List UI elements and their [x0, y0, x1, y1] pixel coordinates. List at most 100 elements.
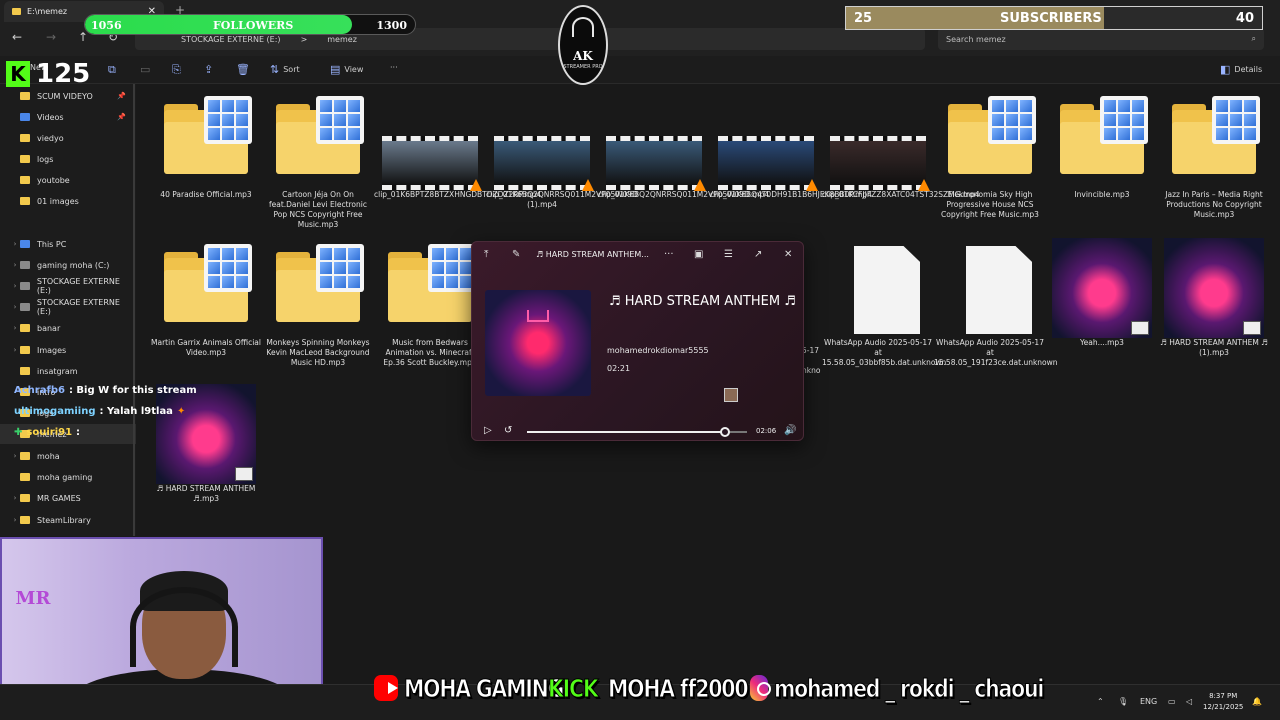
forward-button[interactable]: →: [46, 30, 56, 44]
rename-button[interactable]: ⎘: [172, 63, 181, 77]
sidebar-item[interactable]: logs: [0, 149, 136, 169]
navigation-pane: SCUM VIDEYO 📌 Videos 📌 viedyo logs youtobe 01 i…: [0, 84, 136, 536]
chat-text: : Yalah l9tlaa: [99, 406, 173, 417]
file-item[interactable]: Martin Garrix Animals Official Video.mp3: [150, 238, 262, 358]
player-title-bar: ⤒ ✎ ♬ HARD STREAM ANTHEM... ··· ▣ ☰ ↗ ✕: [472, 242, 803, 268]
sidebar-item-label: moha gaming: [37, 472, 93, 482]
folder-icon: [20, 473, 30, 481]
sidebar-scrollbar[interactable]: [133, 84, 135, 536]
sidebar-item[interactable]: › Images: [0, 340, 136, 360]
file-item[interactable]: Jazz In Paris – Media Right Productions …: [1158, 90, 1270, 220]
sidebar-item[interactable]: › SteamLibrary: [0, 510, 136, 530]
breadcrumb-root[interactable]: STOCKAGE EXTERNE (E:): [181, 35, 281, 44]
subscribers-goal-bar: 25 SUBSCRIBERS 40: [845, 6, 1263, 30]
minimize-player-icon[interactable]: ⤒: [484, 249, 488, 260]
share-button[interactable]: ⇪: [204, 63, 213, 76]
details-button[interactable]: ◧ Details: [1220, 63, 1262, 76]
chevron-right-icon[interactable]: ›: [10, 516, 20, 524]
sidebar-item[interactable]: › This PC: [0, 234, 136, 254]
notification-icon[interactable]: 🔔: [1252, 697, 1262, 706]
sidebar-item[interactable]: viedyo: [0, 128, 136, 148]
sidebar-item[interactable]: › STOCKAGE EXTERNE (E:): [0, 297, 136, 317]
search-input[interactable]: Search memez ⌕: [938, 28, 1264, 50]
back-button[interactable]: ←: [12, 30, 22, 44]
breadcrumb-folder[interactable]: memez: [327, 35, 357, 44]
audio-badge-icon: [1131, 321, 1149, 335]
taskbar-clock[interactable]: 8:37 PM 12/21/2025: [1203, 691, 1243, 713]
sidebar-item[interactable]: SCUM VIDEYO 📌: [0, 86, 136, 106]
chevron-right-icon[interactable]: ›: [10, 303, 20, 311]
sidebar-item-label: STOCKAGE EXTERNE (E:): [36, 277, 120, 295]
more-button[interactable]: ···: [390, 63, 398, 72]
seek-thumb[interactable]: [720, 427, 730, 437]
file-item[interactable]: Cartoon Jéja On On feat.Daniel Levi Elec…: [262, 90, 374, 230]
file-name-partial: nkno: [802, 366, 821, 375]
speaker-icon[interactable]: ◁: [1186, 697, 1192, 706]
chevron-right-icon[interactable]: ›: [10, 324, 20, 332]
chevron-right-icon[interactable]: ›: [10, 346, 20, 354]
view-icon: ▤: [330, 63, 341, 76]
file-item[interactable]: ♬ HARD STREAM ANTHEM ♬ (1).mp3: [1158, 238, 1270, 358]
file-item[interactable]: clip_01KCFJJFZZ8XATC04TST32SZMG.mp4: [822, 90, 980, 200]
chevron-right-icon[interactable]: ›: [10, 494, 20, 502]
copy-button[interactable]: ⧉: [108, 63, 116, 77]
chevron-right-icon[interactable]: ›: [10, 282, 20, 290]
language-indicator[interactable]: ENG: [1140, 697, 1157, 706]
pin-icon: 📌: [117, 113, 126, 121]
sidebar-item[interactable]: moha gaming: [0, 467, 136, 487]
sidebar-item[interactable]: › gaming moha (C:): [0, 255, 136, 275]
chevron-right-icon[interactable]: ›: [10, 240, 20, 248]
file-item[interactable]: clip_01K6BQ2QNRRSQ011M2VP05W09D (1).mp4: [486, 90, 638, 210]
file-item[interactable]: 40 Paradise Official.mp3: [150, 90, 262, 200]
folder-icon: [20, 113, 30, 121]
close-player-button[interactable]: ✕: [784, 249, 792, 260]
file-item[interactable]: clip_01K6BQ2QNRRSQ011M2VP05W09D.mp4: [598, 90, 769, 200]
delete-button[interactable]: 🗑: [236, 63, 250, 76]
file-item[interactable]: Invincible.mp3: [1046, 90, 1158, 200]
file-item[interactable]: Yeah....mp3: [1046, 238, 1158, 348]
sidebar-item[interactable]: › MR GAMES: [0, 488, 136, 508]
sidebar-item[interactable]: › banar: [0, 318, 136, 338]
pin-icon[interactable]: ✎: [512, 249, 520, 260]
sidebar-item[interactable]: youtobe: [0, 170, 136, 190]
sidebar-item[interactable]: › moha: [0, 446, 136, 466]
file-item[interactable]: clip_01K6BQ4T0DH91B1B6HJEK8BB0P.mp4: [710, 90, 872, 200]
sidebar-item-label: logs: [37, 154, 54, 164]
sidebar-item[interactable]: › STOCKAGE EXTERNE (E:): [0, 276, 136, 296]
file-item[interactable]: clip_01K6BPTZ8BTZXHNGDBTDZDZ2RP.mp4: [374, 90, 541, 200]
app-grid-icon: [204, 96, 252, 144]
file-item[interactable]: WhatsApp Audio 2025-05-17 at 15.58.05_19…: [934, 238, 1058, 368]
kick-logo: KICK: [548, 673, 600, 703]
view-button[interactable]: ▤ View: [330, 63, 363, 76]
cast-icon[interactable]: ▣: [694, 249, 703, 260]
chevron-right-icon[interactable]: ›: [10, 452, 20, 460]
logo-sub: STREAMER PRO: [563, 64, 603, 70]
chevron-right-icon[interactable]: ›: [10, 261, 20, 269]
crown-icon: [527, 310, 549, 322]
microphone-icon[interactable]: 🎙: [1118, 697, 1128, 706]
sidebar-item[interactable]: insatgram: [0, 361, 136, 381]
chevron-up-icon[interactable]: ⌃: [1097, 697, 1104, 706]
sort-button[interactable]: ⇅ Sort: [270, 63, 300, 76]
volume-icon[interactable]: 🔊: [784, 425, 796, 436]
file-item[interactable]: Music from Bedwars Animation vs. Minecra…: [374, 238, 486, 368]
replay-icon[interactable]: ↺: [504, 425, 512, 436]
sidebar-item-label: youtobe: [37, 175, 70, 185]
folder-icon: [20, 516, 30, 524]
file-item[interactable]: Elektronomia Sky High Progressive House …: [934, 90, 1046, 220]
sidebar-item[interactable]: Videos 📌: [0, 107, 136, 127]
file-name: ♬ HARD STREAM ANTHEM ♬ (1).mp3: [1160, 338, 1268, 357]
network-icon[interactable]: ▭: [1168, 697, 1176, 706]
kick-icon: K: [6, 61, 30, 87]
playlist-icon[interactable]: ☰: [724, 249, 733, 260]
paste-button[interactable]: ▭: [140, 63, 150, 76]
more-options-icon[interactable]: ···: [664, 249, 674, 260]
sidebar-item[interactable]: 01 images: [0, 191, 136, 211]
file-item[interactable]: Monkeys Spinning Monkeys Kevin MacLeod B…: [262, 238, 374, 368]
sidebar-item-label: STOCKAGE EXTERNE (E:): [36, 298, 120, 316]
file-item[interactable]: WhatsApp Audio 2025-05-17 at 15.58.05_03…: [822, 238, 946, 368]
seek-bar[interactable]: [527, 427, 747, 437]
folder-icon: [12, 8, 21, 15]
open-icon[interactable]: ↗: [754, 249, 762, 260]
play-button[interactable]: ▷: [484, 425, 492, 436]
